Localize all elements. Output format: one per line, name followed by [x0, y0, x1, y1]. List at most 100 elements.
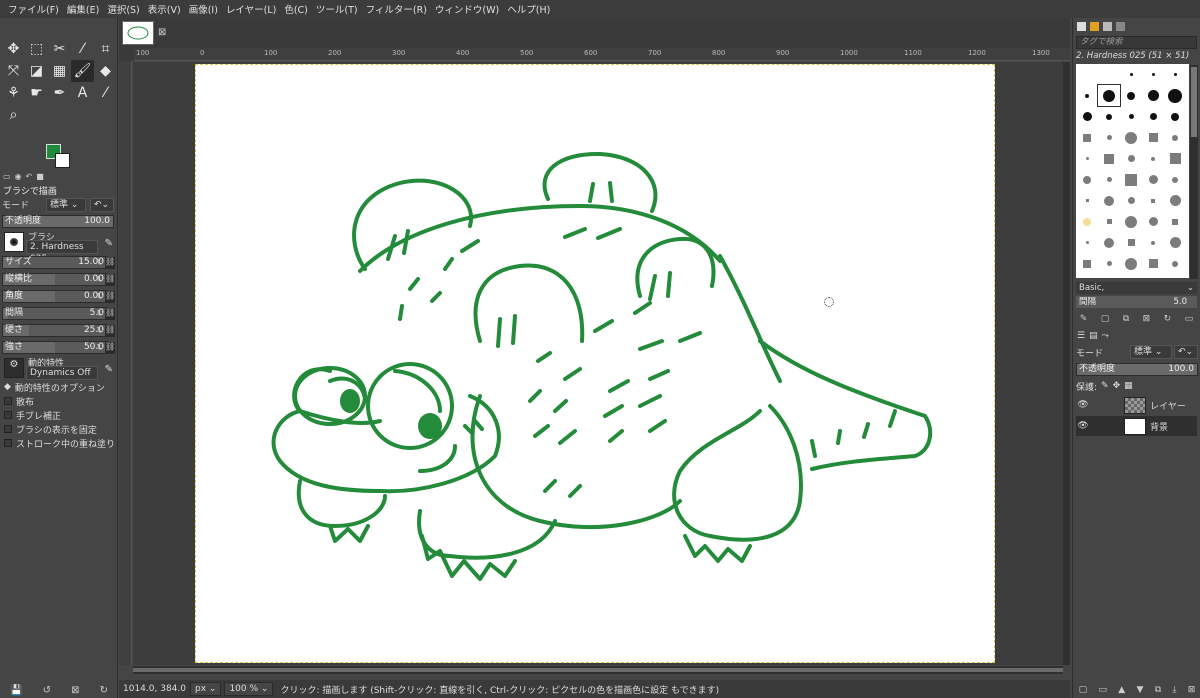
menu-item[interactable]: 表示(V) — [144, 2, 185, 16]
brushes-dock-tabs[interactable] — [1073, 18, 1200, 34]
brush-swatch[interactable] — [1120, 64, 1142, 85]
delete-brush-button[interactable]: ⊠ — [1143, 314, 1151, 324]
aspect-slider[interactable]: 縦横比 0.00 — [2, 273, 108, 286]
hardness-slider[interactable]: 硬さ 25.0 — [2, 324, 108, 337]
brush-spacing-slider[interactable]: 間隔 5.0 — [1076, 296, 1197, 308]
layer-row[interactable]: 👁 レイヤー — [1076, 395, 1197, 415]
brush-swatch[interactable] — [1142, 232, 1164, 253]
brush-swatch[interactable] — [1142, 211, 1164, 232]
option-checkbox[interactable]: ストローク中の重ね塗り — [0, 436, 118, 450]
bucket-fill-tool-icon[interactable]: ◪ — [25, 60, 48, 82]
layer-row[interactable]: 👁 背景 — [1076, 416, 1197, 436]
edit-dynamics-icon[interactable]: ✎ — [105, 364, 113, 375]
mode-swap-button[interactable]: ↶⌄ — [90, 197, 114, 212]
dynamics-options-expander[interactable]: ◆ 動的特性のオプション — [0, 380, 118, 394]
aspect-link-icon[interactable]: ⛓ — [105, 273, 115, 286]
edit-brush-button[interactable]: ✎ — [1080, 314, 1088, 324]
horizontal-scrollbar[interactable] — [133, 666, 1063, 674]
tool-options-tabs[interactable]: ▭ ◉ ↶ ■ — [0, 172, 118, 184]
brush-swatch[interactable] — [1142, 190, 1164, 211]
brushes-tab-icon[interactable] — [1077, 21, 1086, 31]
canvas-viewport[interactable] — [133, 62, 1063, 665]
hardness-reset-icon[interactable]: ↻ — [96, 326, 104, 336]
brush-swatch[interactable] — [1142, 85, 1164, 106]
brush-swatch[interactable] — [1164, 253, 1186, 274]
duplicate-layer-button[interactable]: ⧉ — [1155, 685, 1161, 695]
scissors-tool-icon[interactable]: ✂ — [48, 38, 71, 60]
brush-swatch[interactable] — [1098, 232, 1120, 253]
brush-swatch[interactable] — [1076, 232, 1098, 253]
brush-swatch[interactable] — [1164, 106, 1186, 127]
brush-swatch[interactable] — [1142, 253, 1164, 274]
spacing-reset-icon[interactable]: ↻ — [96, 309, 104, 319]
brush-swatch[interactable] — [1120, 106, 1142, 127]
smudge-tool-icon[interactable]: ☛ — [25, 82, 48, 104]
image-canvas[interactable] — [195, 64, 995, 663]
spacing-link-icon[interactable]: ⛓ — [105, 307, 115, 320]
dynamics-field[interactable]: Dynamics Off — [26, 366, 98, 380]
lock-position-icon[interactable]: ✥ — [1113, 381, 1121, 391]
brush-swatch[interactable] — [1076, 85, 1098, 106]
brush-swatch[interactable] — [1076, 64, 1098, 85]
brush-swatch[interactable] — [1098, 253, 1120, 274]
zoom-tool-icon[interactable]: ⌕ — [2, 104, 25, 126]
paths-tool-icon[interactable]: ✒ — [48, 82, 71, 104]
brush-swatch[interactable] — [1164, 127, 1186, 148]
move-tool-icon[interactable]: ✥ — [2, 38, 25, 60]
open-brush-button[interactable]: ▭ — [1185, 314, 1194, 324]
patterns-tab-icon[interactable] — [1090, 21, 1099, 31]
background-color-swatch[interactable] — [55, 153, 70, 168]
brush-swatch[interactable] — [1164, 211, 1186, 232]
zoom-select[interactable]: 100 % ⌄ — [224, 682, 274, 696]
brush-swatch[interactable] — [1076, 190, 1098, 211]
brush-swatch[interactable] — [1098, 148, 1120, 169]
spacing-slider[interactable]: 間隔 5.0 — [2, 307, 108, 320]
menu-item[interactable]: レイヤー(L) — [222, 2, 280, 16]
brush-swatch[interactable] — [1076, 169, 1098, 190]
new-layer-button[interactable]: ▢ — [1079, 685, 1088, 695]
raise-layer-button[interactable]: ▲ — [1118, 685, 1125, 695]
close-tab-icon[interactable]: ⊠ — [158, 27, 166, 38]
unified-transform-tool-icon[interactable]: ⤧ — [2, 60, 25, 82]
brush-swatch[interactable] — [1142, 64, 1164, 85]
new-group-button[interactable]: ▭ — [1098, 685, 1107, 695]
paintbrush-tool-icon[interactable]: 🖌 — [71, 60, 94, 82]
menu-item[interactable]: ツール(T) — [312, 2, 362, 16]
color-picker-tool-icon[interactable]: ⁄ — [94, 82, 117, 104]
lock-alpha-icon[interactable]: ▦ — [1124, 381, 1133, 391]
vertical-scrollbar[interactable] — [1063, 62, 1070, 665]
force-link-icon[interactable]: ⛓ — [105, 341, 115, 354]
angle-reset-icon[interactable]: ↻ — [96, 292, 104, 302]
brush-swatch[interactable] — [1120, 190, 1142, 211]
refresh-brushes-button[interactable]: ↻ — [1164, 314, 1172, 324]
brush-swatch[interactable] — [1164, 169, 1186, 190]
size-link-icon[interactable]: ⛓ — [105, 256, 115, 269]
brush-swatch[interactable] — [1076, 127, 1098, 148]
brush-swatch[interactable] — [1120, 169, 1142, 190]
angle-link-icon[interactable]: ⛓ — [105, 290, 115, 303]
brush-swatch[interactable] — [1076, 211, 1098, 232]
brush-swatch[interactable] — [1076, 148, 1098, 169]
brush-swatch[interactable] — [1076, 253, 1098, 274]
brush-swatch[interactable] — [1098, 127, 1120, 148]
brush-swatch[interactable] — [1098, 190, 1120, 211]
layer-opacity-slider[interactable]: 不透明度 100.0 — [1076, 362, 1198, 376]
layers-dock-tabs[interactable]: ☰ ▤ ⤳ — [1073, 329, 1200, 343]
brush-swatch[interactable] — [1120, 148, 1142, 169]
menu-item[interactable]: フィルター(R) — [362, 2, 431, 16]
lower-layer-button[interactable]: ▼ — [1136, 685, 1143, 695]
clone-tool-icon[interactable]: ⚘ — [2, 82, 25, 104]
brush-swatch[interactable] — [1098, 106, 1120, 127]
horizontal-ruler[interactable]: 100 0 100 200 300 400 500 600 700 800 900 1000 1100 1… — [134, 48, 1070, 61]
layer-mode-select[interactable]: 標準 ⌄ — [1130, 345, 1172, 359]
opacity-slider[interactable]: 不透明度 100.0 — [2, 215, 114, 228]
menu-item[interactable]: 色(C) — [280, 2, 312, 16]
brush-name-field[interactable]: 2. Hardness 025 — [26, 240, 98, 264]
layers-tab-icon[interactable]: ☰ — [1077, 331, 1085, 341]
brush-swatch[interactable] — [1142, 148, 1164, 169]
brush-grid-scrollbar[interactable] — [1190, 65, 1198, 279]
visibility-eye-icon[interactable]: 👁 — [1076, 421, 1090, 431]
brush-grid[interactable] — [1076, 64, 1189, 278]
option-checkbox[interactable]: 散布 — [0, 394, 118, 408]
menu-item[interactable]: ヘルプ(H) — [503, 2, 554, 16]
